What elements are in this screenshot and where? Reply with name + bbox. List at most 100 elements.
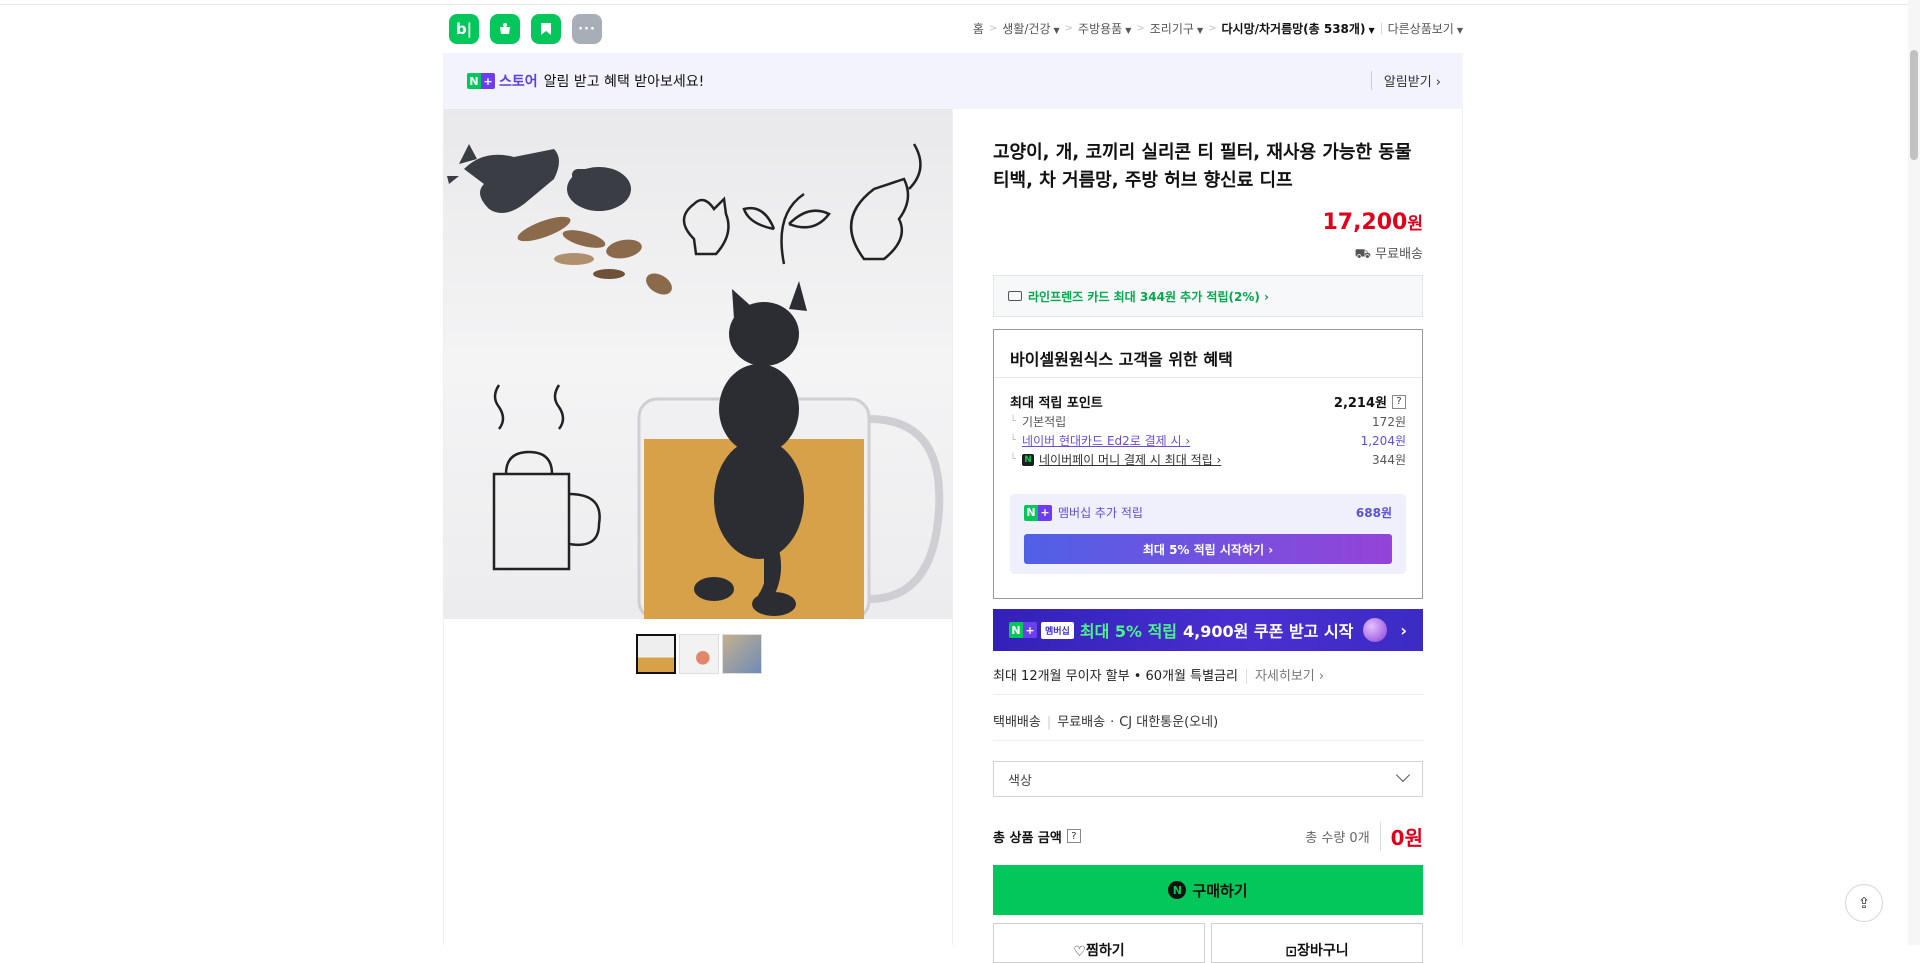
total-quantity: 총 수량 0개 xyxy=(1305,830,1370,846)
plus-icon: + xyxy=(1023,622,1037,638)
total-label-wrap: 총 상품 금액? xyxy=(993,827,1081,846)
buy-label: 구매하기 xyxy=(1192,881,1248,900)
breadcrumb-separator: > xyxy=(1208,23,1217,34)
delivery-method: 택배배송 xyxy=(993,715,1041,730)
truck-icon: ⛟ xyxy=(1354,247,1376,262)
delivery-fee: 무료배송 xyxy=(1057,715,1106,730)
card-promo[interactable]: 라인프렌즈 카드 최대 344원 추가 적립(2%) › xyxy=(993,275,1423,317)
product-info-panel: 고양이, 개, 코끼리 실리콘 티 필터, 재사용 가능한 동물 티백, 차 거… xyxy=(952,109,1463,963)
npay-points-value: 344원 xyxy=(1372,453,1406,467)
membership-badge: 멤버십 xyxy=(1041,621,1074,639)
scrollbar-thumb[interactable] xyxy=(1910,50,1918,160)
tree-branch-icon: └ xyxy=(1010,416,1017,427)
installment-detail-link[interactable]: 자세히보기 › xyxy=(1245,669,1325,684)
color-option-select[interactable]: 색상 xyxy=(993,761,1423,797)
wishlist-button[interactable]: ♡ 찜하기 xyxy=(993,923,1205,963)
price-value: 17,200 xyxy=(1322,210,1408,235)
thumbnail-3[interactable] xyxy=(722,634,762,674)
npay-points-link[interactable]: 네이버페이 머니 결제 시 최대 적립 › xyxy=(1039,451,1221,468)
thumbnail-2[interactable] xyxy=(679,634,719,674)
share-button[interactable]: ⇪ xyxy=(1845,884,1883,922)
heart-icon: ♡ xyxy=(1073,944,1086,960)
basic-points-value: 172원 xyxy=(1372,415,1406,429)
caret-down-icon: ▼ xyxy=(1053,26,1060,35)
tree-branch-icon: └ xyxy=(1010,435,1017,446)
basic-points-row: └ 기본적립 172원 xyxy=(1010,413,1406,430)
product-illustration xyxy=(447,143,944,619)
blog-icon[interactable]: b| xyxy=(449,14,479,44)
thumbnail-2-preview xyxy=(680,635,718,673)
caret-down-icon: ▼ xyxy=(1196,26,1204,35)
npay-points-label-wrap: └ N 네이버페이 머니 결제 시 최대 적립 › xyxy=(1010,451,1221,468)
breadcrumb-divider xyxy=(1380,23,1382,34)
shipping-label: 무료배송 xyxy=(1375,247,1423,262)
breadcrumb-separator: > xyxy=(1064,23,1074,34)
wishlist-label: 찜하기 xyxy=(1085,943,1125,959)
installment-text: 최대 12개월 무이자 할부 • 60개월 특별금리 xyxy=(993,669,1238,684)
card-points-value: 1,204원 xyxy=(1360,434,1406,448)
price-unit: 원 xyxy=(1407,214,1423,234)
naver-n-icon: N xyxy=(467,73,481,89)
max-points-value: 2,214원 xyxy=(1333,396,1387,411)
dot-divider: · xyxy=(1110,715,1115,730)
total-label: 총 상품 금액 xyxy=(993,830,1062,846)
benefit-box: 바이셀원원식스 고객을 위한 혜택 최대 적립 포인트 2,214원? └ 기본적… xyxy=(993,329,1423,599)
credit-card-icon xyxy=(1008,291,1022,301)
breadcrumb-item-3-label: 조리기구 xyxy=(1149,22,1194,36)
membership-label-wrap: N + 멤버십 추가 적립 xyxy=(1024,504,1143,521)
card-promo-label: 라인프렌즈 카드 최대 344원 추가 적립(2%) › xyxy=(1028,289,1269,304)
mug-handle xyxy=(868,415,944,603)
product-main-image[interactable] xyxy=(444,109,953,619)
membership-value: 688원 xyxy=(1355,506,1392,520)
caret-down-icon: ▼ xyxy=(1368,26,1375,35)
pipe-divider: | xyxy=(1046,715,1052,730)
membership-box: N + 멤버십 추가 적립 688원 최대 5% 적립 시작하기 › xyxy=(1010,494,1406,574)
scrollbar[interactable] xyxy=(1908,0,1920,945)
membership-banner-text: 4,900원 쿠폰 받고 시작 xyxy=(1183,622,1354,641)
breadcrumb-home[interactable]: 홈 xyxy=(973,20,984,37)
membership-start-button[interactable]: 최대 5% 적립 시작하기 › xyxy=(1024,534,1392,564)
shipping-info: ⛟ 무료배송 xyxy=(993,243,1423,264)
header: b| ··· 홈 > 생활/건강 ▼ > 주방용품 ▼ > 조리기구 ▼ > 다시망/… xyxy=(443,14,1463,44)
thumbnail-1[interactable] xyxy=(636,634,676,674)
chevron-down-icon xyxy=(1395,767,1411,783)
max-points-value-wrap: 2,214원? xyxy=(1334,392,1406,411)
breadcrumb-item-2[interactable]: 주방용품 ▼ xyxy=(1078,20,1131,37)
buy-button[interactable]: N 구매하기 xyxy=(993,865,1423,915)
breadcrumb-item-3[interactable]: 조리기구 ▼ xyxy=(1150,20,1203,37)
card-points-label-wrap: └ 네이버 현대카드 Ed2로 결제 시 › xyxy=(1010,432,1190,449)
card-points-link[interactable]: 네이버 현대카드 Ed2로 결제 시 › xyxy=(1022,432,1190,449)
bookmark-icon[interactable] xyxy=(531,14,561,44)
naver-plus-badge: N + xyxy=(1024,504,1052,521)
cart-icon: ⊡ xyxy=(1285,944,1298,960)
store-alert-message: 알림 받고 혜택 받아보세요! xyxy=(543,74,705,90)
basic-points-label-wrap: └ 기본적립 xyxy=(1010,413,1066,430)
breadcrumb-current[interactable]: 다시망/차거름망(총 538개) ▼ xyxy=(1221,20,1374,37)
gift-orb-icon xyxy=(1363,618,1388,642)
membership-row: N + 멤버십 추가 적립 688원 xyxy=(1024,504,1392,521)
store-name: 스토어 xyxy=(499,74,538,90)
breadcrumb: 홈 > 생활/건강 ▼ > 주방용품 ▼ > 조리기구 ▼ > 다시망/차거름망(총 … xyxy=(973,20,1463,37)
plus-icon: + xyxy=(481,73,495,89)
card-points-row: └ 네이버 현대카드 Ed2로 결제 시 › 1,204원 xyxy=(1010,432,1406,449)
delivery-carrier: CJ 대한통운(오네) xyxy=(1119,715,1219,730)
cup-glyph xyxy=(500,23,510,34)
other-products-dropdown[interactable]: 다른상품보기 ▼ xyxy=(1388,20,1463,37)
membership-promo-banner[interactable]: N + 멤버십 최대 5% 적립 4,900원 쿠폰 받고 시작 › xyxy=(993,609,1423,651)
naver-n-icon: N xyxy=(1009,622,1023,638)
color-option-placeholder: 색상 xyxy=(1008,773,1032,789)
shopping-icon[interactable] xyxy=(490,14,520,44)
npay-points-row: └ N 네이버페이 머니 결제 시 최대 적립 › 344원 xyxy=(1010,451,1406,468)
notify-button[interactable]: 알림받기 › xyxy=(1370,71,1441,90)
naver-n-icon: N xyxy=(1024,504,1038,521)
cart-button[interactable]: ⊡ 장바구니 xyxy=(1211,923,1423,963)
help-icon[interactable]: ? xyxy=(1392,394,1406,409)
thumbnail-strip xyxy=(636,634,762,674)
breadcrumb-item-1-label: 생활/건강 xyxy=(1002,22,1051,36)
more-icon[interactable]: ··· xyxy=(572,14,602,44)
help-icon[interactable]: ? xyxy=(1066,829,1081,843)
bookmark-glyph xyxy=(541,23,551,35)
naver-pay-icon: N xyxy=(1168,881,1187,899)
breadcrumb-item-1[interactable]: 생활/건강 ▼ xyxy=(1002,20,1059,37)
secondary-actions: ♡ 찜하기 ⊡ 장바구니 xyxy=(993,923,1423,963)
